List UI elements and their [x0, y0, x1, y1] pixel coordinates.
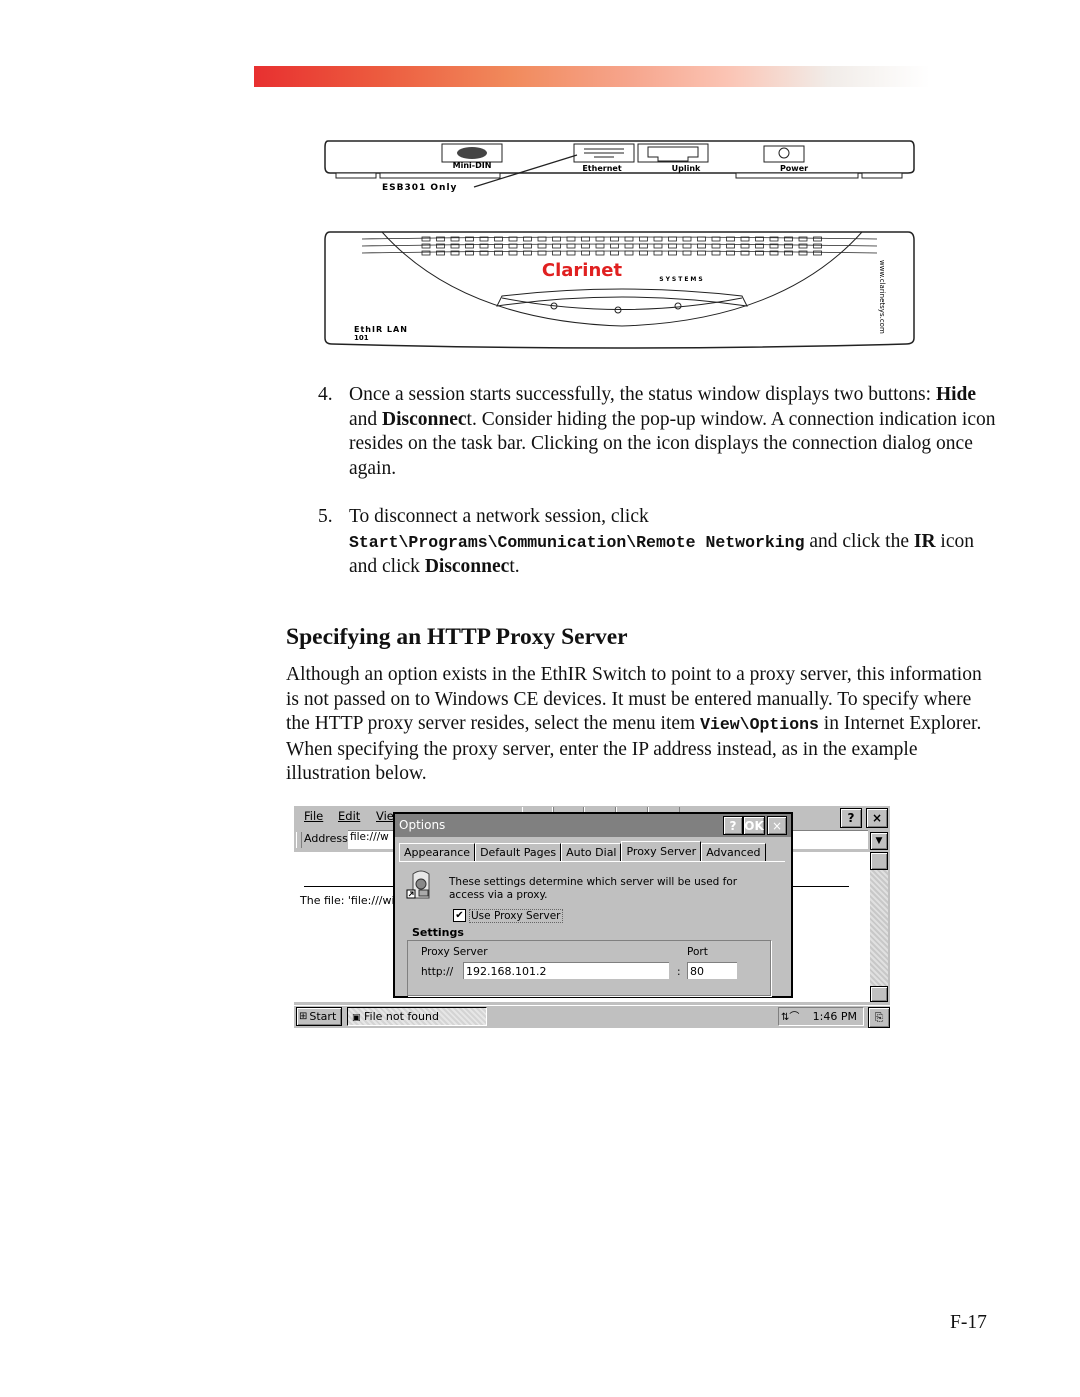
scheme-prefix: http://: [421, 966, 454, 978]
use-proxy-label[interactable]: Use Proxy Server: [469, 909, 563, 923]
taskbar: ⊞ Start ▣ File not found ⇅⌒ 1:46 PM ⎘: [294, 1005, 890, 1028]
task-label: File not found: [364, 1010, 439, 1023]
options-dialog: Options ? OK × Appearance Default Pages …: [393, 812, 793, 998]
page-number: F-17: [950, 1312, 987, 1333]
section-paragraph: Although an option exists in the EthIR S…: [286, 663, 998, 787]
chevron-down-icon: ▼: [875, 836, 883, 846]
step-5: 5. To disconnect a network session, clic…: [318, 505, 998, 580]
start-button[interactable]: ⊞ Start: [296, 1007, 342, 1026]
port-input[interactable]: 80: [687, 962, 737, 979]
emphasis-text: IR: [913, 530, 936, 552]
proxy-server-input[interactable]: 192.168.101.2: [463, 962, 669, 979]
step-text: Once a session starts successfully, the …: [349, 383, 998, 481]
text-run: To disconnect a network session, click: [349, 506, 649, 527]
proxy-settings-icon: [406, 870, 430, 899]
clock[interactable]: 1:46 PM: [813, 1008, 857, 1025]
port-label-mini-din: Mini-DIN: [453, 161, 492, 170]
network-connection-icon[interactable]: ⇅⌒: [779, 1012, 799, 1023]
tab-appearance[interactable]: Appearance: [399, 843, 476, 861]
brand-logo: Clarinet: [542, 260, 623, 281]
desktop-button[interactable]: ⎘: [868, 1007, 890, 1028]
page-content-text: The file: 'file:///winc: [300, 894, 408, 907]
port-label-ethernet: Ethernet: [582, 164, 621, 173]
uplink-port: [637, 143, 709, 163]
port-label: Port: [687, 946, 708, 958]
address-grip-handle[interactable]: [296, 832, 302, 848]
menu-view[interactable]: Vie: [376, 809, 394, 823]
device-top-view-illustration: Clarinet SYSTEMS EthIR LAN 101 www.clari…: [324, 231, 915, 349]
address-dropdown-button[interactable]: ▼: [870, 832, 888, 850]
proxy-description: These settings determine which server wi…: [449, 876, 738, 901]
port-label-power: Power: [780, 164, 808, 173]
vertical-scrollbar[interactable]: [870, 852, 888, 1002]
dialog-tabs: Appearance Default Pages Auto Dial Proxy…: [399, 841, 766, 862]
tab-auto-dial[interactable]: Auto Dial: [561, 843, 622, 861]
step-4: 4. Once a session starts successfully, t…: [318, 383, 998, 481]
model-label: EthIR LAN: [354, 325, 408, 334]
close-button[interactable]: ×: [866, 808, 888, 828]
callout-label: ESB301 Only: [382, 183, 457, 193]
dialog-help-button[interactable]: ?: [723, 816, 743, 835]
tab-default-pages[interactable]: Default Pages: [475, 843, 562, 861]
proxy-server-label: Proxy Server: [421, 946, 488, 958]
step-text: To disconnect a network session, click S…: [349, 505, 998, 580]
dialog-titlebar: Options ? OK ×: [395, 814, 791, 837]
text-run: and click the: [804, 530, 914, 552]
settings-group-label: Settings: [411, 926, 465, 939]
desktop-icon: ⎘: [874, 1010, 884, 1024]
port-separator: :: [677, 966, 681, 978]
ie-page-icon: ▣: [352, 1013, 361, 1023]
dialog-ok-button[interactable]: OK: [743, 816, 765, 835]
model-number: 101: [354, 334, 369, 342]
header-gradient-bar: [254, 66, 930, 87]
windows-logo-icon: ⊞: [299, 1011, 308, 1022]
mini-din-port: [441, 143, 503, 163]
tab-advanced[interactable]: Advanced: [701, 843, 766, 861]
steps-list: 4. Once a session starts successfully, t…: [318, 383, 998, 604]
system-tray: ⇅⌒ 1:46 PM: [778, 1007, 864, 1026]
text-run: t.: [509, 556, 520, 577]
port-label-uplink: Uplink: [672, 164, 701, 173]
menu-file-label: File: [304, 809, 324, 823]
ethernet-port: [573, 143, 635, 163]
dialog-close-button[interactable]: ×: [767, 816, 787, 835]
scrollbar-resize-grip[interactable]: [870, 986, 888, 1002]
emphasis-text: Disconnec: [424, 556, 510, 577]
checkmark-icon: ✔: [455, 910, 464, 921]
address-label: Address: [304, 832, 348, 845]
help-button[interactable]: ?: [840, 808, 862, 828]
text-run: and: [349, 408, 383, 430]
command-path: Start\Programs\Communication\Remote Netw…: [349, 532, 805, 552]
side-url: www.clarinetsys.com: [878, 260, 886, 334]
use-proxy-checkbox[interactable]: ✔: [453, 909, 466, 922]
scrollbar-thumb[interactable]: [870, 852, 888, 870]
step-number: 4.: [318, 384, 333, 405]
command-path: View\Options: [700, 715, 819, 734]
address-value: file:///w: [350, 831, 389, 843]
windows-ce-screenshot: File Edit Vie ? × Address file:///w ▼ Th…: [294, 806, 890, 1028]
brand-subtitle: SYSTEMS: [659, 276, 704, 283]
power-port: [763, 145, 805, 163]
tab-proxy-server[interactable]: Proxy Server: [621, 841, 702, 862]
menu-edit-label: Edit: [338, 809, 361, 823]
step-number: 5.: [318, 506, 333, 527]
menu-view-label: Vie: [376, 809, 394, 823]
section-heading: Specifying an HTTP Proxy Server: [286, 624, 628, 650]
taskbar-task-file-not-found[interactable]: ▣ File not found: [347, 1007, 487, 1026]
emphasis-text: Disconnec: [382, 408, 467, 430]
menu-edit[interactable]: Edit: [338, 809, 360, 823]
dialog-title: Options: [399, 818, 446, 832]
device-side-view-illustration: Mini-DIN Ethernet Uplink Power ESB301 On…: [324, 140, 915, 193]
start-label: Start: [309, 1010, 337, 1023]
text-run: Once a session starts successfully, the …: [349, 384, 936, 405]
emphasis-text: Hide: [935, 384, 977, 405]
menu-file[interactable]: File: [304, 809, 323, 823]
